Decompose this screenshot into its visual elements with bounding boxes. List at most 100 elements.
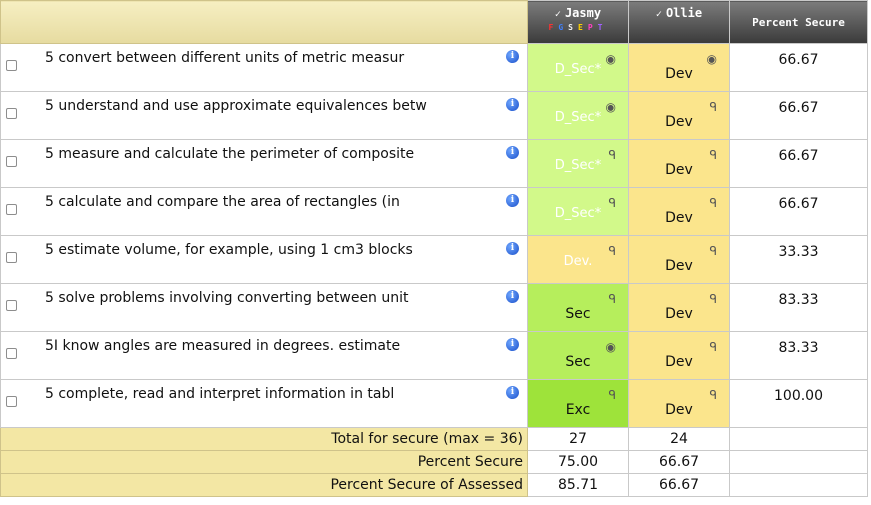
speech-icon[interactable]: ᑫ	[709, 100, 717, 114]
grade-cell-ollie[interactable]: Dev ᑫ	[628, 91, 730, 140]
grade-value: Dev	[665, 210, 693, 226]
header-row: ✓ Jasmy FGSEPT ✓ Ollie Percent Secure	[0, 0, 868, 44]
grade-cell-jasmy[interactable]: D_Sec* ◉	[527, 43, 629, 92]
info-icon[interactable]: i	[506, 146, 519, 159]
speech-icon[interactable]: ᑫ	[709, 292, 717, 306]
totals-ollie: 66.67	[628, 473, 730, 497]
grade-cell-jasmy[interactable]: Dev. ᑫ	[527, 235, 629, 284]
row-checkbox[interactable]	[6, 348, 17, 359]
percent-cell: 66.67	[729, 91, 868, 140]
objective-cell: 5 complete, read and interpret informati…	[0, 379, 528, 428]
percent-cell: 83.33	[729, 283, 868, 332]
student-name: Jasmy	[564, 6, 602, 20]
grade-cell-ollie[interactable]: Dev ᑫ	[628, 283, 730, 332]
totals-label: Total for secure (max = 36)	[0, 427, 528, 451]
header-blank	[0, 0, 528, 44]
objective-text: 5 solve problems involving converting be…	[45, 290, 409, 306]
row-checkbox[interactable]	[6, 204, 17, 215]
grade-value: Dev	[665, 66, 693, 82]
grade-cell-jasmy[interactable]: Sec ᑫ	[527, 283, 629, 332]
totals-row: Percent Secure 75.00 66.67	[0, 450, 868, 474]
grade-cell-jasmy[interactable]: D_Sec* ◉	[527, 91, 629, 140]
grade-cell-ollie[interactable]: Dev ᑫ	[628, 331, 730, 380]
totals-blank	[729, 450, 868, 474]
eye-icon[interactable]: ◉	[606, 52, 616, 66]
percent-value: 33.33	[778, 244, 819, 260]
objective-row: 5 understand and use approximate equival…	[0, 91, 868, 140]
grade-value: Sec	[565, 306, 591, 322]
row-checkbox[interactable]	[6, 156, 17, 167]
percent-value: 83.33	[778, 340, 819, 356]
student-header-jasmy[interactable]: ✓ Jasmy FGSEPT	[527, 0, 629, 44]
eye-icon[interactable]: ◉	[606, 100, 616, 114]
student-check[interactable]: ✓	[656, 9, 662, 20]
objective-cell: 5 calculate and compare the area of rect…	[0, 187, 528, 236]
info-icon[interactable]: i	[506, 98, 519, 111]
grade-value: Dev	[665, 258, 693, 274]
objective-row: 5I know angles are measured in degrees. …	[0, 331, 868, 380]
speech-icon[interactable]: ᑫ	[709, 244, 717, 258]
speech-icon[interactable]: ᑫ	[608, 388, 616, 402]
grade-cell-ollie[interactable]: Dev ᑫ	[628, 187, 730, 236]
speech-icon[interactable]: ᑫ	[709, 388, 717, 402]
totals-jasmy: 85.71	[527, 473, 629, 497]
objective-text: 5 complete, read and interpret informati…	[45, 386, 395, 402]
totals-label: Percent Secure	[0, 450, 528, 474]
grade-cell-ollie[interactable]: Dev ᑫ	[628, 379, 730, 428]
info-icon[interactable]: i	[506, 386, 519, 399]
grade-cell-ollie[interactable]: Dev ᑫ	[628, 235, 730, 284]
eye-icon[interactable]: ◉	[707, 52, 717, 66]
student-header-ollie[interactable]: ✓ Ollie	[628, 0, 730, 44]
percent-cell: 100.00	[729, 379, 868, 428]
assessment-grid: ✓ Jasmy FGSEPT ✓ Ollie Percent Secure 5 co…	[0, 0, 868, 497]
speech-icon[interactable]: ᑫ	[608, 244, 616, 258]
row-checkbox[interactable]	[6, 300, 17, 311]
speech-icon[interactable]: ᑫ	[608, 196, 616, 210]
grade-cell-jasmy[interactable]: D_Sec* ᑫ	[527, 139, 629, 188]
info-icon[interactable]: i	[506, 242, 519, 255]
percent-value: 100.00	[774, 388, 823, 404]
letter-e: E	[578, 23, 588, 32]
info-icon[interactable]: i	[506, 290, 519, 303]
objective-row: 5 measure and calculate the perimeter of…	[0, 139, 868, 188]
speech-icon[interactable]: ᑫ	[608, 148, 616, 162]
row-checkbox[interactable]	[6, 396, 17, 407]
row-checkbox[interactable]	[6, 252, 17, 263]
objective-cell: 5 estimate volume, for example, using 1 …	[0, 235, 528, 284]
grade-cell-jasmy[interactable]: Sec ◉	[527, 331, 629, 380]
objective-text: 5 calculate and compare the area of rect…	[45, 194, 400, 210]
info-icon[interactable]: i	[506, 194, 519, 207]
row-checkbox[interactable]	[6, 108, 17, 119]
totals-row: Percent Secure of Assessed 85.71 66.67	[0, 473, 868, 497]
speech-icon[interactable]: ᑫ	[709, 148, 717, 162]
letter-s: S	[568, 23, 578, 32]
row-checkbox[interactable]	[6, 60, 17, 71]
info-icon[interactable]: i	[506, 50, 519, 63]
grade-cell-jasmy[interactable]: Exc ᑫ	[527, 379, 629, 428]
objective-text: 5 understand and use approximate equival…	[45, 98, 427, 114]
objective-text: 5I know angles are measured in degrees. …	[45, 338, 401, 354]
totals-blank	[729, 473, 868, 497]
speech-icon[interactable]: ᑫ	[709, 340, 717, 354]
objective-cell: 5 convert between different units of met…	[0, 43, 528, 92]
percent-value: 66.67	[778, 100, 819, 116]
totals-jasmy: 27	[527, 427, 629, 451]
totals-label: Percent Secure of Assessed	[0, 473, 528, 497]
percent-cell: 66.67	[729, 187, 868, 236]
grade-cell-ollie[interactable]: Dev ᑫ	[628, 139, 730, 188]
grade-cell-ollie[interactable]: Dev ◉	[628, 43, 730, 92]
speech-icon[interactable]: ᑫ	[608, 292, 616, 306]
eye-icon[interactable]: ◉	[606, 340, 616, 354]
letter-t: T	[597, 23, 608, 32]
totals-blank	[729, 427, 868, 451]
student-check[interactable]: ✓	[555, 9, 561, 20]
grade-value: Sec	[565, 354, 591, 370]
totals-ollie: 24	[628, 427, 730, 451]
grade-value: Dev	[665, 162, 693, 178]
percent-cell: 66.67	[729, 43, 868, 92]
speech-icon[interactable]: ᑫ	[709, 196, 717, 210]
info-icon[interactable]: i	[506, 338, 519, 351]
grade-cell-jasmy[interactable]: D_Sec* ᑫ	[527, 187, 629, 236]
grade-value: Dev	[665, 306, 693, 322]
objective-row: 5 calculate and compare the area of rect…	[0, 187, 868, 236]
